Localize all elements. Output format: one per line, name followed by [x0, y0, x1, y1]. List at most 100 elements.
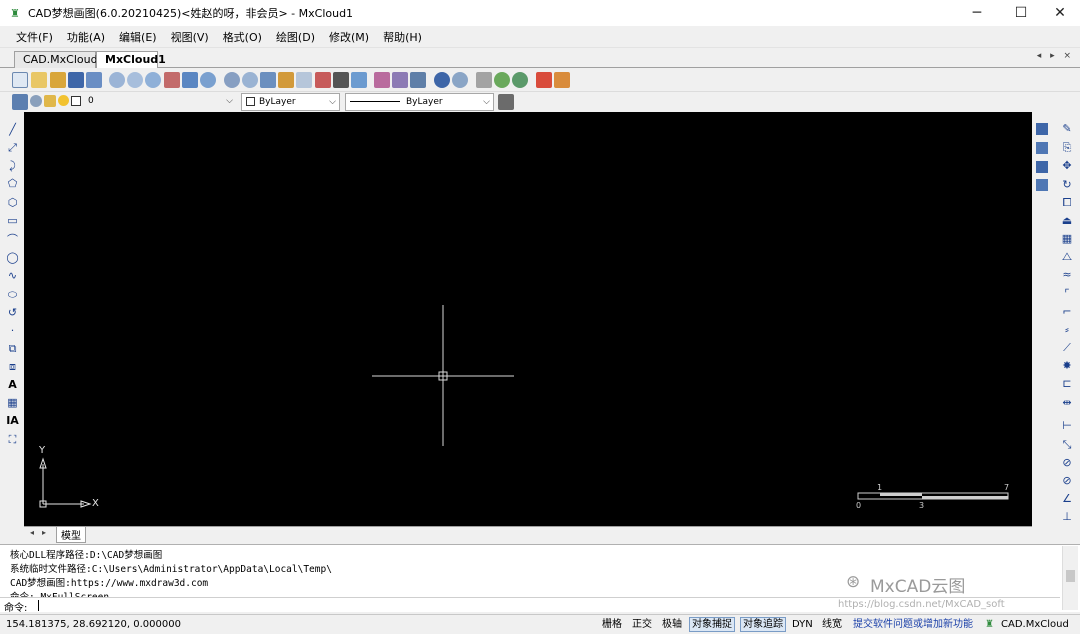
dimension-continue-icon[interactable]: ⊥ [1060, 510, 1074, 524]
mtext-tool-icon[interactable]: IA [6, 414, 19, 427]
linetype-select[interactable]: ByLayer ⌵ [345, 93, 494, 111]
paste-icon[interactable] [410, 72, 426, 88]
fillet-icon[interactable]: ⌜ [1060, 287, 1074, 301]
text-tool-icon[interactable]: A [6, 378, 19, 391]
dimension-linear-icon[interactable]: ⊢ [1060, 419, 1074, 433]
draw-order-above-icon[interactable] [1036, 161, 1048, 173]
stretch-icon[interactable]: ⏏ [1060, 214, 1074, 228]
menu-draw[interactable]: 绘图(D) [270, 29, 321, 45]
draw-order-below-icon[interactable] [1036, 179, 1048, 191]
dimension-radius-icon[interactable]: ⊘ [1060, 456, 1074, 470]
layer-manager-icon[interactable] [12, 94, 28, 110]
copy-icon[interactable] [392, 72, 408, 88]
block-make-icon[interactable]: ⧈ [6, 360, 19, 373]
save-as-icon[interactable] [86, 72, 102, 88]
dimension-angle-icon[interactable]: ∠ [1060, 492, 1074, 506]
menu-function[interactable]: 功能(A) [61, 29, 111, 45]
polyline-tool-icon[interactable]: ⤸ [6, 159, 19, 172]
zoom-extents-icon[interactable] [145, 72, 161, 88]
match-properties-icon[interactable] [498, 94, 514, 110]
explode-icon[interactable]: ✸ [1060, 359, 1074, 373]
tab-scroll-controls[interactable]: ◂ ▸ × [1037, 51, 1074, 61]
menu-help[interactable]: 帮助(H) [377, 29, 428, 45]
copy-object-icon[interactable]: ⎘ [1060, 141, 1074, 155]
tab-model[interactable]: 模型 [56, 527, 86, 543]
pentagon-tool-icon[interactable]: ⬡ [6, 196, 19, 209]
menu-modify[interactable]: 修改(M) [323, 29, 375, 45]
zoom-realtime-icon[interactable] [224, 72, 240, 88]
menu-file[interactable]: 文件(F) [10, 29, 59, 45]
move-icon[interactable] [260, 72, 276, 88]
redo-icon[interactable] [452, 72, 468, 88]
cut-icon[interactable] [374, 72, 390, 88]
render-icon[interactable] [494, 72, 510, 88]
spline-tool-icon[interactable]: ∿ [6, 269, 19, 282]
dimension-diameter-icon[interactable]: ⊘ [1060, 474, 1074, 488]
extend-icon[interactable]: ⟋ [1060, 341, 1074, 355]
image-icon[interactable] [351, 72, 367, 88]
line-tool-icon[interactable]: ╱ [6, 123, 19, 136]
draw-order-back-icon[interactable] [1036, 142, 1048, 154]
rectangle-tool-icon[interactable]: ▭ [6, 214, 19, 227]
export-image-icon[interactable] [554, 72, 570, 88]
toggle-ortho[interactable]: 正交 [630, 618, 654, 631]
app-status-name[interactable]: CAD.MxCloud [999, 618, 1071, 631]
offset-icon[interactable]: ≈ [1060, 268, 1074, 282]
zoom-in-icon[interactable] [127, 72, 143, 88]
pdf-icon[interactable] [536, 72, 552, 88]
pan-icon[interactable] [164, 72, 180, 88]
layout-next-icon[interactable]: ▸ [42, 528, 46, 537]
xline-tool-icon[interactable]: ⤢ [6, 141, 19, 154]
arc-tool-icon[interactable]: ⌒ [6, 233, 19, 246]
measure-icon[interactable] [182, 72, 198, 88]
erase-icon[interactable]: ✎ [1060, 122, 1074, 136]
table-tool-icon[interactable]: ▦ [6, 396, 19, 409]
ellipse-tool-icon[interactable]: ⬭ [6, 288, 19, 301]
zoom-all-icon[interactable] [242, 72, 258, 88]
print-icon[interactable] [476, 72, 492, 88]
open-folder-icon[interactable] [50, 72, 66, 88]
hatch-tool-icon[interactable]: ⛶ [6, 433, 19, 446]
trim-icon[interactable]: ⸗ [1060, 323, 1074, 337]
scrollbar-thumb[interactable] [1066, 570, 1075, 582]
toggle-osnap[interactable]: 对象捕捉 [689, 617, 735, 632]
save-icon[interactable] [68, 72, 84, 88]
layout-prev-icon[interactable]: ◂ [30, 528, 34, 537]
toggle-dyn[interactable]: DYN [790, 618, 815, 631]
revcloud-tool-icon[interactable]: ↺ [6, 306, 19, 319]
drawing-canvas[interactable]: Y X 1 7 0 3 [24, 112, 1032, 526]
polygon-tool-icon[interactable]: ⬠ [6, 177, 19, 190]
tab-cad-mxcloud[interactable]: CAD.MxCloud [14, 51, 98, 68]
rotate-icon[interactable]: ↻ [1060, 178, 1074, 192]
draw-order-front-icon[interactable] [1036, 123, 1048, 135]
toggle-lineweight[interactable]: 线宽 [820, 618, 844, 631]
toggle-grid[interactable]: 栅格 [600, 618, 624, 631]
scale-icon[interactable]: ⧠ [1060, 196, 1074, 210]
toggle-otrack[interactable]: 对象追踪 [740, 617, 786, 632]
menu-view[interactable]: 视图(V) [165, 29, 215, 45]
minimize-button[interactable]: ─ [954, 0, 1000, 26]
zoom-window-icon[interactable] [109, 72, 125, 88]
color-select[interactable]: ByLayer ⌵ [241, 93, 340, 111]
open-file-icon[interactable] [31, 72, 47, 88]
block-insert-icon[interactable]: ⧉ [6, 342, 19, 355]
layers-icon[interactable] [315, 72, 331, 88]
break-icon[interactable]: ⊏ [1060, 377, 1074, 391]
undo-icon[interactable] [434, 72, 450, 88]
join-icon[interactable]: ⇹ [1060, 396, 1074, 410]
circle-tool-icon[interactable]: ◯ [6, 251, 19, 264]
point-tool-icon[interactable]: · [6, 324, 19, 337]
tab-mxcloud1[interactable]: MxCloud1 [96, 51, 166, 69]
match-icon[interactable] [296, 72, 312, 88]
close-button[interactable]: ✕ [1037, 0, 1080, 26]
new-file-icon[interactable] [12, 72, 28, 88]
chamfer-icon[interactable]: ⌐ [1060, 305, 1074, 319]
zoom-previous-icon[interactable] [200, 72, 216, 88]
brush-icon[interactable] [333, 72, 349, 88]
3d-view-icon[interactable] [512, 72, 528, 88]
command-scrollbar[interactable] [1062, 546, 1078, 610]
move-object-icon[interactable]: ✥ [1060, 159, 1074, 173]
mirror-icon[interactable]: ⧍ [1060, 250, 1074, 264]
menu-edit[interactable]: 编辑(E) [113, 29, 163, 45]
toggle-polar[interactable]: 极轴 [660, 618, 684, 631]
